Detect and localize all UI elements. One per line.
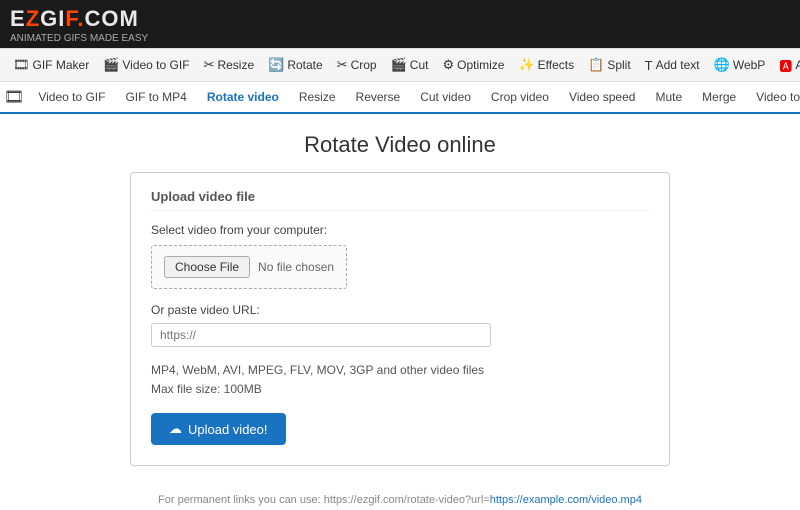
upload-icon: ☁	[169, 421, 182, 437]
sub-nav-item-crop-video[interactable]: Crop video	[481, 82, 559, 114]
nav-item-crop[interactable]: ✂ Crop	[330, 48, 384, 82]
sub-nav-label-mute: Mute	[655, 90, 682, 104]
nav-item-resize[interactable]: ✂ Resize	[197, 48, 262, 82]
nav-item-gif-maker[interactable]: 🎞 GIF Maker	[6, 48, 96, 82]
nav-item-rotate[interactable]: 🔄 Rotate	[261, 48, 330, 82]
nav-label-optimize: Optimize	[457, 58, 504, 72]
add-text-icon: T	[645, 58, 653, 73]
webp-icon: 🌐	[714, 57, 730, 73]
sub-nav-label-crop-video: Crop video	[491, 90, 549, 104]
nav-label-video-to-gif: Video to GIF	[122, 58, 189, 72]
sub-nav-label-rotate-video: Rotate video	[207, 90, 279, 104]
formats-line2: Max file size: 100MB	[151, 380, 649, 399]
page-title: Rotate Video online	[20, 132, 780, 158]
gif-maker-icon: 🎞	[13, 57, 30, 73]
cut-icon: 🎬	[391, 57, 407, 73]
sub-nav-label-video-speed: Video speed	[569, 90, 636, 104]
sub-nav: 🎞 Video to GIF GIF to MP4 Rotate video R…	[0, 82, 800, 114]
nav-label-add-text: Add text	[656, 58, 700, 72]
footer-link[interactable]: https://example.com/video.mp4	[490, 494, 642, 506]
choose-file-button[interactable]: Choose File	[164, 256, 250, 278]
file-formats: MP4, WebM, AVI, MPEG, FLV, MOV, 3GP and …	[151, 361, 649, 399]
sub-nav-label-resize: Resize	[299, 90, 336, 104]
logo-tagline: ANIMATED GIFS MADE EASY	[10, 33, 790, 44]
effects-icon: ✨	[518, 57, 534, 73]
resize-icon: ✂	[204, 57, 215, 73]
sub-nav-item-cut-video[interactable]: Cut video	[410, 82, 481, 114]
split-icon: 📋	[588, 57, 604, 73]
rotate-icon: 🔄	[268, 57, 284, 73]
nav-item-video-to-gif[interactable]: 🎬 Video to GIF	[96, 48, 196, 82]
sub-nav-label-video-to-gif: Video to GIF	[38, 90, 105, 104]
nav-label-apng: APNG	[795, 58, 800, 72]
nav-item-add-text[interactable]: T Add text	[638, 48, 707, 82]
sub-nav-label-reverse: Reverse	[356, 90, 401, 104]
nav-item-webp[interactable]: 🌐 WebP	[707, 48, 773, 82]
formats-line1: MP4, WebM, AVI, MPEG, FLV, MOV, 3GP and …	[151, 361, 649, 380]
nav-label-rotate: Rotate	[287, 58, 322, 72]
upload-box-title: Upload video file	[151, 189, 649, 211]
crop-icon: ✂	[337, 57, 348, 73]
sub-nav-item-rotate-video[interactable]: Rotate video	[197, 82, 289, 114]
sub-nav-item-merge[interactable]: Merge	[692, 82, 746, 114]
url-input[interactable]	[151, 323, 491, 347]
sub-nav-label-cut-video: Cut video	[420, 90, 471, 104]
sub-nav-label-merge: Merge	[702, 90, 736, 104]
select-video-label: Select video from your computer:	[151, 223, 649, 237]
nav-label-gif-maker: GIF Maker	[33, 58, 90, 72]
sub-nav-item-reverse[interactable]: Reverse	[346, 82, 411, 114]
logo-bar: EZGIF.COM ANIMATED GIFS MADE EASY	[0, 0, 800, 48]
nav-label-split: Split	[607, 58, 630, 72]
sub-nav-item-video-to-gif[interactable]: Video to GIF	[28, 82, 115, 114]
optimize-icon: ⚙	[442, 57, 454, 73]
upload-box: Upload video file Select video from your…	[130, 172, 670, 466]
video-to-gif-icon: 🎬	[103, 57, 119, 73]
nav-label-resize: Resize	[217, 58, 254, 72]
nav-label-webp: WebP	[733, 58, 765, 72]
sub-nav-label-video-to-jpg: Video to JPG	[756, 90, 800, 104]
nav-item-effects[interactable]: ✨ Effects	[511, 48, 581, 82]
nav-label-crop: Crop	[351, 58, 377, 72]
main-content: Rotate Video online Upload video file Se…	[0, 114, 800, 476]
footer-text: For permanent links you can use: https:/…	[158, 494, 490, 506]
nav-label-effects: Effects	[538, 58, 574, 72]
sub-nav-item-mute[interactable]: Mute	[645, 82, 692, 114]
sub-nav-item-video-to-jpg[interactable]: Video to JPG	[746, 82, 800, 114]
main-nav: 🎞 GIF Maker 🎬 Video to GIF ✂ Resize 🔄 Ro…	[0, 48, 800, 82]
nav-item-optimize[interactable]: ⚙ Optimize	[435, 48, 511, 82]
nav-item-cut[interactable]: 🎬 Cut	[384, 48, 436, 82]
upload-button[interactable]: ☁ Upload video!	[151, 413, 286, 445]
file-input-area: Choose File No file chosen	[151, 245, 347, 289]
sub-nav-item-video-speed[interactable]: Video speed	[559, 82, 646, 114]
nav-label-cut: Cut	[410, 58, 429, 72]
upload-btn-label: Upload video!	[188, 422, 268, 437]
sub-nav-label-gif-to-mp4: GIF to MP4	[125, 90, 186, 104]
apng-icon: 🅰	[779, 56, 792, 75]
nav-item-split[interactable]: 📋 Split	[581, 48, 638, 82]
url-label: Or paste video URL:	[151, 303, 649, 317]
video-subicon: 🎞	[4, 87, 24, 107]
footer: For permanent links you can use: https:/…	[0, 486, 800, 510]
sub-nav-item-resize[interactable]: Resize	[289, 82, 346, 114]
nav-item-apng[interactable]: 🅰 APNG	[772, 48, 800, 82]
sub-nav-item-gif-to-mp4[interactable]: GIF to MP4	[115, 82, 196, 114]
logo[interactable]: EZGIF.COM	[10, 6, 790, 32]
no-file-text: No file chosen	[258, 260, 334, 274]
